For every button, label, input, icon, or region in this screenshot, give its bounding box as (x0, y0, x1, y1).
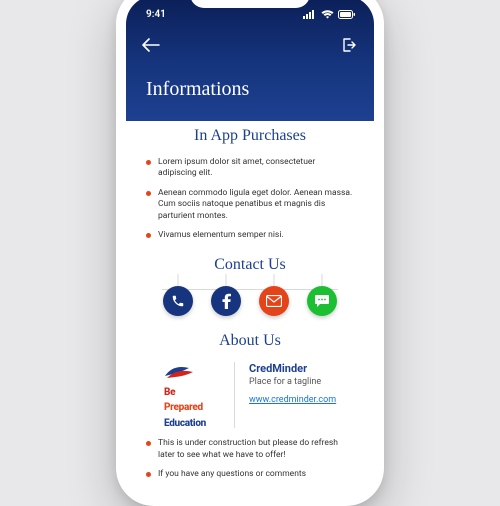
sms-button[interactable] (307, 286, 337, 316)
list-item: Vivamus elementum semper nisi. (146, 230, 354, 241)
connector (226, 274, 227, 286)
brand-tagline: Place for a tagline (249, 377, 350, 387)
connector (178, 274, 179, 286)
screen: 9:41 Informations In App Purchases (126, 0, 374, 496)
about-list: This is under construction but please do… (144, 438, 356, 480)
content-card: In App Purchases Lorem ipsum dolor sit a… (126, 109, 374, 481)
phone-icon (171, 294, 185, 308)
about-text: CredMinder Place for a tagline www.credm… (249, 362, 350, 406)
exit-button[interactable] (338, 34, 360, 56)
signal-icon (303, 10, 317, 19)
facebook-button[interactable] (211, 286, 241, 316)
status-time: 9:41 (146, 9, 166, 20)
phone-button[interactable] (163, 286, 193, 316)
back-button[interactable] (140, 34, 162, 56)
brand-name: CredMinder (249, 362, 350, 375)
status-icons (303, 10, 356, 19)
connector (322, 274, 323, 286)
divider (234, 362, 235, 429)
about-row: Be Prepared Education CredMinder Place f… (144, 362, 356, 429)
purchases-title: In App Purchases (144, 127, 356, 145)
about-title: About Us (144, 332, 356, 350)
email-button[interactable] (259, 286, 289, 316)
wifi-icon (321, 10, 334, 19)
sms-icon (314, 294, 330, 308)
brand-logo: Be Prepared Education (150, 362, 220, 429)
contact-row (144, 286, 356, 316)
list-item: Lorem ipsum dolor sit amet, consectetuer… (146, 157, 354, 180)
top-bar (140, 34, 360, 56)
brand-link[interactable]: www.credminder.com (249, 395, 336, 405)
email-icon (266, 295, 282, 307)
exit-icon (341, 37, 357, 53)
list-item: Aenean commodo ligula eget dolor. Aenean… (146, 188, 354, 222)
list-item: If you have any questions or comments (146, 469, 354, 480)
notch (190, 0, 310, 8)
contact-title: Contact Us (144, 256, 356, 274)
logo-text: Be Prepared Education (164, 382, 206, 429)
purchases-list: Lorem ipsum dolor sit amet, consectetuer… (144, 157, 356, 242)
wing-icon (163, 362, 207, 382)
battery-icon (338, 10, 356, 19)
arrow-left-icon (142, 38, 160, 52)
page-title: Informations (146, 78, 360, 101)
facebook-icon (222, 293, 231, 309)
phone-frame: 9:41 Informations In App Purchases (116, 0, 384, 506)
connector (274, 274, 275, 286)
list-item: This is under construction but please do… (146, 438, 354, 461)
app-header: 9:41 Informations (126, 0, 374, 121)
